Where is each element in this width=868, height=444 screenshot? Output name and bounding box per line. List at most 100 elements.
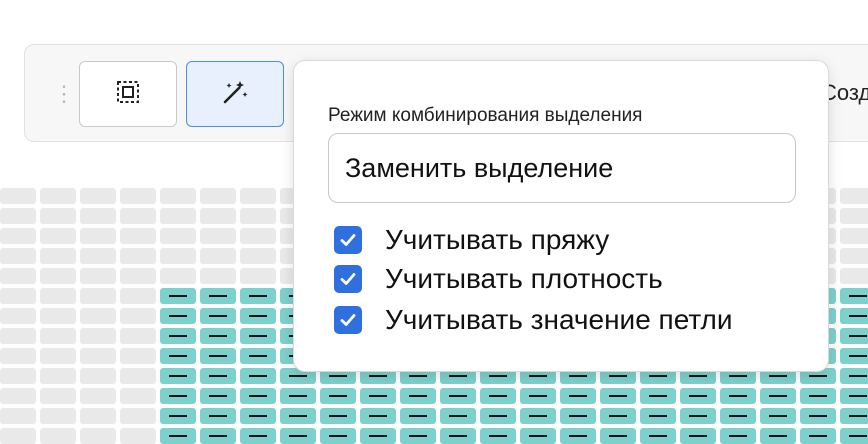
grid-cell[interactable] [200,248,236,264]
grid-cell[interactable] [0,328,36,344]
grid-cell[interactable] [480,428,516,444]
grid-cell[interactable] [520,388,556,404]
grid-cell[interactable] [80,368,116,384]
grid-cell[interactable] [80,388,116,404]
grid-cell[interactable] [240,328,276,344]
grid-cell[interactable] [240,208,276,224]
grid-cell[interactable] [0,428,36,444]
grid-cell[interactable] [40,328,76,344]
grid-cell[interactable] [40,208,76,224]
grid-cell[interactable] [240,408,276,424]
grid-cell[interactable] [840,308,868,324]
grid-cell[interactable] [360,408,396,424]
grid-cell[interactable] [560,388,596,404]
yarn-checkbox[interactable] [334,226,362,254]
grid-cell[interactable] [0,308,36,324]
grid-cell[interactable] [760,388,796,404]
grid-cell[interactable] [200,228,236,244]
grid-cell[interactable] [280,428,316,444]
grid-cell[interactable] [240,368,276,384]
grid-cell[interactable] [40,308,76,324]
grid-cell[interactable] [360,388,396,404]
grid-cell[interactable] [120,428,156,444]
grid-cell[interactable] [840,188,868,204]
grid-cell[interactable] [520,428,556,444]
option-yarn[interactable]: Учитывать пряжу [334,224,609,256]
grid-cell[interactable] [0,248,36,264]
grid-cell[interactable] [120,408,156,424]
grid-cell[interactable] [320,408,356,424]
grid-cell[interactable] [200,208,236,224]
grid-cell[interactable] [200,288,236,304]
grid-cell[interactable] [120,368,156,384]
grid-cell[interactable] [160,328,196,344]
grid-cell[interactable] [80,308,116,324]
grid-cell[interactable] [160,348,196,364]
grid-cell[interactable] [80,288,116,304]
grid-cell[interactable] [840,328,868,344]
grid-cell[interactable] [80,428,116,444]
grid-cell[interactable] [160,248,196,264]
grid-cell[interactable] [80,248,116,264]
grid-cell[interactable] [240,288,276,304]
grid-cell[interactable] [80,348,116,364]
grid-cell[interactable] [680,408,716,424]
grid-cell[interactable] [400,408,436,424]
grid-cell[interactable] [0,388,36,404]
grid-cell[interactable] [120,228,156,244]
grid-cell[interactable] [160,268,196,284]
select-box-button[interactable] [79,61,177,127]
grid-cell[interactable] [80,228,116,244]
grid-cell[interactable] [0,188,36,204]
grid-cell[interactable] [800,408,836,424]
grid-cell[interactable] [120,348,156,364]
grid-cell[interactable] [320,428,356,444]
grid-cell[interactable] [600,388,636,404]
grid-cell[interactable] [80,268,116,284]
grid-cell[interactable] [80,328,116,344]
grid-cell[interactable] [240,348,276,364]
grid-cell[interactable] [40,348,76,364]
grid-cell[interactable] [840,408,868,424]
grid-cell[interactable] [40,288,76,304]
grid-cell[interactable] [720,428,756,444]
grid-cell[interactable] [360,428,396,444]
gauge-checkbox[interactable] [334,265,362,293]
grid-cell[interactable] [640,428,676,444]
grid-cell[interactable] [280,388,316,404]
grid-cell[interactable] [520,408,556,424]
grid-cell[interactable] [160,288,196,304]
grid-cell[interactable] [120,208,156,224]
grid-cell[interactable] [0,348,36,364]
grid-cell[interactable] [840,288,868,304]
grid-cell[interactable] [800,428,836,444]
grid-cell[interactable] [440,428,476,444]
grid-cell[interactable] [120,308,156,324]
grid-cell[interactable] [440,408,476,424]
grid-cell[interactable] [760,428,796,444]
grid-cell[interactable] [600,428,636,444]
grid-cell[interactable] [40,228,76,244]
grid-cell[interactable] [280,408,316,424]
grid-cell[interactable] [0,268,36,284]
grid-cell[interactable] [640,408,676,424]
grid-cell[interactable] [400,428,436,444]
grid-cell[interactable] [840,368,868,384]
grid-cell[interactable] [40,408,76,424]
grid-cell[interactable] [800,388,836,404]
grid-cell[interactable] [240,428,276,444]
grid-cell[interactable] [120,388,156,404]
drag-handle[interactable]: ⋮ [53,83,75,105]
grid-cell[interactable] [200,328,236,344]
grid-cell[interactable] [240,268,276,284]
grid-cell[interactable] [200,408,236,424]
grid-cell[interactable] [40,188,76,204]
magic-wand-button[interactable] [186,61,284,127]
grid-cell[interactable] [680,428,716,444]
grid-cell[interactable] [40,428,76,444]
grid-cell[interactable] [240,308,276,324]
grid-cell[interactable] [840,348,868,364]
grid-cell[interactable] [160,208,196,224]
grid-cell[interactable] [40,368,76,384]
grid-cell[interactable] [200,388,236,404]
